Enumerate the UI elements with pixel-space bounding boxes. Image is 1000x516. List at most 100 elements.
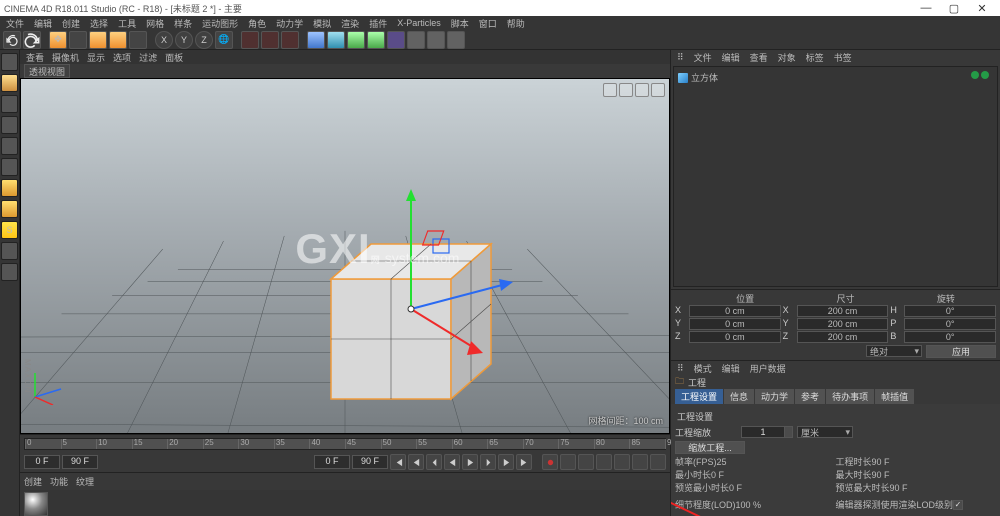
viewport-3d[interactable]: GXI网system.com 网格间距：100 cm MAXON	[20, 78, 670, 434]
frame-start-field[interactable]: 0 F	[24, 455, 60, 469]
select-tool[interactable]: ✥	[49, 31, 67, 49]
menu-create[interactable]: 创建	[62, 17, 80, 30]
spline-pen-button[interactable]	[327, 31, 345, 49]
field-pmax[interactable]: 90 F	[890, 483, 908, 493]
menu-tools[interactable]: 工具	[118, 17, 136, 30]
close-button[interactable]: ✕	[968, 2, 996, 15]
model-mode-button[interactable]	[1, 74, 18, 92]
menu-help[interactable]: 帮助	[507, 17, 525, 30]
tab-interpolation[interactable]: 帧插值	[875, 389, 914, 404]
coord-apply-button[interactable]: 应用	[926, 345, 996, 358]
status-create[interactable]: 创建	[24, 475, 42, 488]
point-mode-button[interactable]	[1, 137, 18, 155]
vp-menu-options[interactable]: 选项	[113, 51, 131, 64]
menu-render[interactable]: 渲染	[341, 17, 359, 30]
vp-maximize-icon[interactable]	[651, 83, 665, 97]
record-button[interactable]	[542, 454, 558, 470]
material-thumb[interactable]	[24, 492, 48, 516]
menu-mesh[interactable]: 网格	[146, 17, 164, 30]
viewport-solo-button[interactable]: S	[1, 221, 18, 239]
maximize-button[interactable]: ▢	[940, 2, 968, 15]
menu-select[interactable]: 选择	[90, 17, 108, 30]
om-menu-object[interactable]: 对象	[778, 51, 796, 64]
menu-mograph[interactable]: 运动图形	[202, 17, 238, 30]
tab-todo[interactable]: 待办事项	[826, 389, 874, 404]
render-settings-button[interactable]	[281, 31, 299, 49]
am-menu-edit[interactable]: 编辑	[722, 362, 740, 375]
tab-project-settings[interactable]: 工程设置	[675, 389, 723, 404]
field-pmin[interactable]: 0 F	[729, 483, 742, 493]
field-maxtime[interactable]: 90 F	[872, 470, 890, 480]
axis-z-toggle[interactable]: Z	[195, 31, 213, 49]
timeline-track[interactable]: 051015202530354045505560657075808590	[24, 438, 666, 450]
next-key-button[interactable]	[498, 454, 514, 470]
vp-menu-camera[interactable]: 摄像机	[52, 51, 79, 64]
primitive-cube-button[interactable]	[307, 31, 325, 49]
vp-orbit-icon[interactable]	[635, 83, 649, 97]
menu-dynamics[interactable]: 动力学	[276, 17, 303, 30]
key-scale-button[interactable]	[614, 454, 630, 470]
tab-reference[interactable]: 参考	[795, 389, 825, 404]
prev-frame-button[interactable]	[426, 454, 442, 470]
unit-dropdown[interactable]: 厘米	[797, 426, 853, 438]
workplane-snap-button[interactable]	[1, 263, 18, 281]
next-frame-button[interactable]	[480, 454, 496, 470]
deformer-button[interactable]	[387, 31, 405, 49]
vp-zoom-icon[interactable]	[619, 83, 633, 97]
om-menu-view[interactable]: 查看	[750, 51, 768, 64]
undo-button[interactable]	[3, 31, 21, 49]
tab-info[interactable]: 信息	[724, 389, 754, 404]
texture-mode-button[interactable]	[1, 95, 18, 113]
move-gizmo[interactable]	[401, 189, 541, 389]
edge-mode-button[interactable]	[1, 158, 18, 176]
am-menu-mode[interactable]: 模式	[694, 362, 712, 375]
field-fps[interactable]: 25	[717, 457, 727, 467]
tab-dynamics[interactable]: 动力学	[755, 389, 794, 404]
vp-menu-panel[interactable]: 面板	[165, 51, 183, 64]
frame-cur-field[interactable]: 0 F	[314, 455, 350, 469]
am-menu-userdata[interactable]: 用户数据	[750, 362, 786, 375]
menu-spline[interactable]: 样条	[174, 17, 192, 30]
om-menu-file[interactable]: 文件	[694, 51, 712, 64]
render-view-button[interactable]	[241, 31, 259, 49]
om-menu-tags[interactable]: 标签	[806, 51, 824, 64]
menu-window[interactable]: 窗口	[479, 17, 497, 30]
om-menu-edit[interactable]: 编辑	[722, 51, 740, 64]
field-lod[interactable]: 100 %	[736, 500, 762, 510]
rotate-tool[interactable]	[109, 31, 127, 49]
goto-end-button[interactable]	[516, 454, 532, 470]
vp-pan-icon[interactable]	[603, 83, 617, 97]
frame-end-field[interactable]: 90 F	[62, 455, 98, 469]
scale-spinner[interactable]	[785, 426, 793, 438]
menu-simulate[interactable]: 模拟	[313, 17, 331, 30]
make-editable-button[interactable]	[1, 53, 18, 71]
menu-plugins[interactable]: 插件	[369, 17, 387, 30]
status-texture[interactable]: 纹理	[76, 475, 94, 488]
play-button[interactable]	[462, 454, 478, 470]
subdivision-button[interactable]	[367, 31, 385, 49]
play-back-button[interactable]	[444, 454, 460, 470]
vp-menu-view[interactable]: 查看	[26, 51, 44, 64]
goto-start-button[interactable]	[390, 454, 406, 470]
snap-button[interactable]	[1, 242, 18, 260]
enable-axis-button[interactable]	[1, 200, 18, 218]
environment-button[interactable]	[407, 31, 425, 49]
key-pos-button[interactable]	[596, 454, 612, 470]
visibility-render-dot[interactable]	[981, 71, 989, 79]
prev-key-button[interactable]	[408, 454, 424, 470]
vp-menu-filter[interactable]: 过滤	[139, 51, 157, 64]
visibility-editor-dot[interactable]	[971, 71, 979, 79]
vp-menu-display[interactable]: 显示	[87, 51, 105, 64]
field-scale[interactable]: 1	[741, 426, 785, 438]
minimize-button[interactable]: —	[912, 2, 940, 14]
last-tool[interactable]	[129, 31, 147, 49]
coord-mode-dropdown[interactable]: 绝对	[866, 345, 922, 357]
status-function[interactable]: 功能	[50, 475, 68, 488]
render-pv-button[interactable]	[261, 31, 279, 49]
light-button[interactable]	[447, 31, 465, 49]
camera-button[interactable]	[427, 31, 445, 49]
chk-renderlod[interactable]	[953, 500, 963, 510]
scale-project-button[interactable]: 缩放工程...	[675, 441, 745, 454]
redo-button[interactable]	[23, 31, 41, 49]
timeline[interactable]: 051015202530354045505560657075808590	[20, 434, 670, 452]
